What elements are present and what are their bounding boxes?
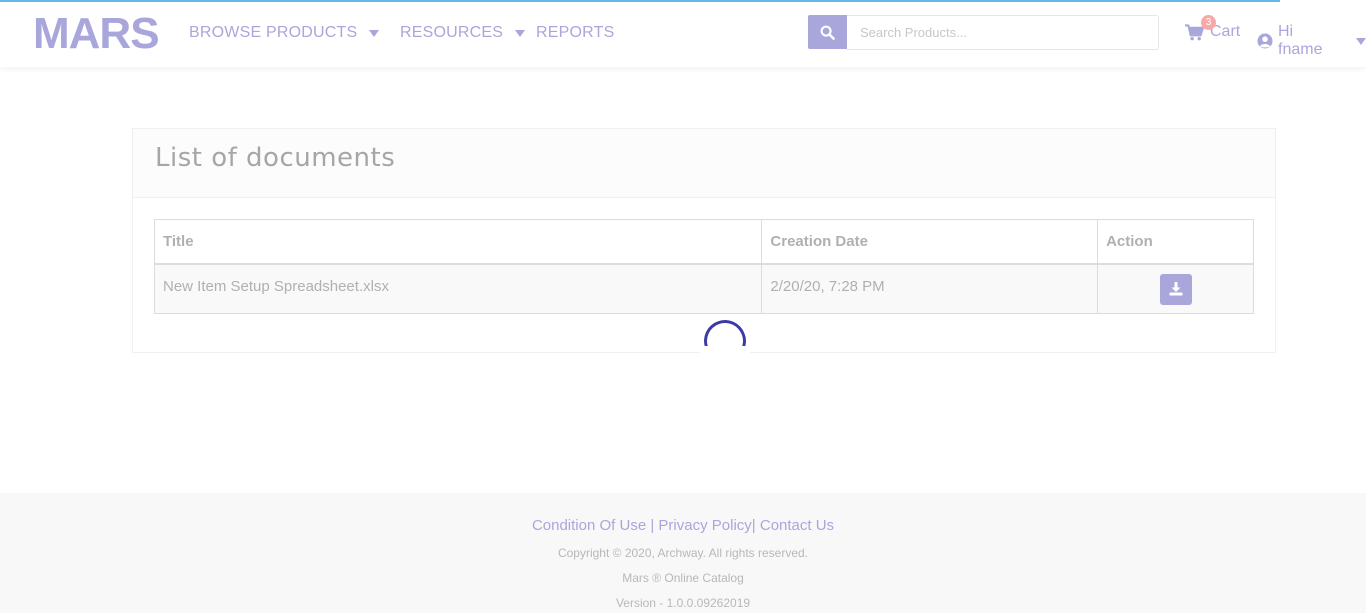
user-circle-icon (1257, 33, 1273, 49)
nav-browse-products[interactable]: BROWSE PRODUCTS (189, 24, 380, 42)
column-header-title[interactable]: Title (153, 219, 763, 265)
footer-copyright: Copyright © 2020, Archway. All rights re… (557, 546, 809, 560)
nav-reports-label: REPORTS (536, 24, 615, 41)
download-button[interactable] (1159, 274, 1192, 306)
nav-resources[interactable]: RESOURCES (400, 24, 526, 42)
footer-version: Version - 1.0.0.09262019 (615, 596, 751, 610)
nav-browse-products-label: BROWSE PRODUCTS (189, 24, 358, 41)
documents-card-header: List of documents (133, 129, 1275, 198)
footer-link-contact-us[interactable]: Contact Us (760, 517, 834, 534)
spinner-mask (700, 346, 750, 366)
chevron-down-icon (1356, 37, 1366, 45)
download-icon (1169, 282, 1183, 296)
cart-count-badge: 3 (1201, 15, 1216, 30)
page-footer: Condition Of Use | Privacy Policy| Conta… (0, 493, 1366, 613)
search-icon (820, 25, 835, 40)
footer-separator: | (751, 517, 756, 534)
document-date-cell: 2/20/20, 7:28 PM (761, 263, 1099, 314)
search-button[interactable] (808, 15, 847, 49)
footer-separator: | (650, 517, 655, 534)
footer-links: Condition Of Use | Privacy Policy| Conta… (0, 517, 1366, 535)
column-header-creation-date[interactable]: Creation Date (761, 219, 1099, 265)
search-input[interactable] (847, 15, 1159, 50)
footer-catalog-name: Mars ® Online Catalog (622, 571, 744, 585)
document-title-cell: New Item Setup Spreadsheet.xlsx (153, 263, 763, 314)
column-header-action: Action (1097, 219, 1254, 265)
documents-table: Title Creation Date Action New Item Setu… (153, 219, 1254, 314)
nav-resources-label: RESOURCES (400, 24, 504, 41)
document-action-cell (1097, 263, 1254, 314)
page-title: List of documents (155, 143, 396, 173)
table-header-row: Title Creation Date Action (153, 219, 1254, 265)
table-row: New Item Setup Spreadsheet.xlsx 2/20/20,… (153, 263, 1254, 314)
footer-link-condition-of-use[interactable]: Condition Of Use (532, 517, 646, 534)
top-navbar: MARS BROWSE PRODUCTS RESOURCES REPORTS C… (0, 0, 1366, 67)
page-loading-bar (0, 0, 1280, 2)
chevron-down-icon (369, 29, 380, 37)
user-greeting: Hi fname (1278, 23, 1323, 58)
chevron-down-icon (515, 29, 526, 37)
brand-logo[interactable]: MARS (33, 12, 160, 56)
footer-link-privacy-policy[interactable]: Privacy Policy (658, 517, 751, 534)
documents-card: List of documents Title Creation Date Ac… (132, 128, 1276, 353)
nav-reports[interactable]: REPORTS (536, 24, 614, 42)
user-menu[interactable]: Hi fname (1257, 23, 1366, 59)
